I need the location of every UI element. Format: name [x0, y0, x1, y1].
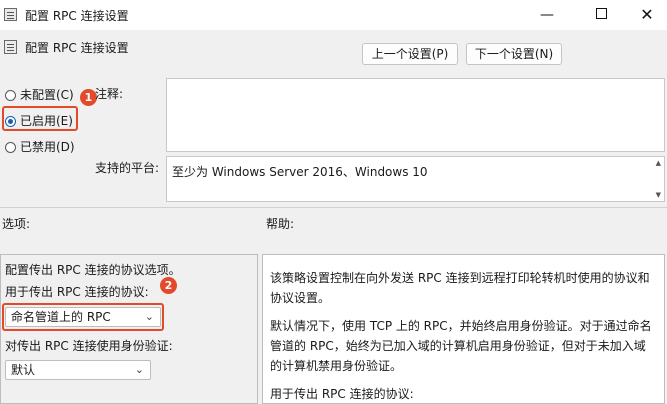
- comment-label: 注释:: [95, 87, 124, 101]
- radio-not-configured[interactable]: 未配置(C): [5, 86, 74, 102]
- options-label: 选项:: [2, 217, 31, 231]
- step-badge-2: 2: [160, 277, 177, 294]
- comment-textarea[interactable]: [166, 78, 665, 152]
- radio-circle-icon: [5, 142, 16, 153]
- chevron-down-icon: ⌄: [134, 363, 144, 376]
- maximize-button[interactable]: [578, 0, 624, 30]
- highlight-box-protocol: [2, 303, 164, 331]
- scroll-down-icon[interactable]: ▼: [656, 191, 661, 199]
- policy-icon: [4, 8, 17, 21]
- close-button[interactable]: ✕: [624, 0, 667, 30]
- highlight-box-enabled: [2, 106, 78, 131]
- help-paragraph: 默认情况下，使用 TCP 上的 RPC，并始终启用身份验证。对于通过命名管道的 …: [270, 319, 652, 373]
- radio-circle-icon: [5, 90, 16, 101]
- setting-title: 配置 RPC 连接设置: [25, 41, 129, 55]
- radio-disabled[interactable]: 已禁用(D): [5, 138, 75, 154]
- window-title: 配置 RPC 连接设置: [25, 9, 129, 23]
- title-bar: 配置 RPC 连接设置 — ✕: [0, 0, 667, 30]
- radio-label: 未配置(C): [20, 88, 74, 102]
- previous-setting-button[interactable]: 上一个设置(P): [362, 43, 458, 65]
- platform-value: 至少为 Windows Server 2016、Windows 10: [172, 165, 428, 179]
- platform-label: 支持的平台:: [95, 161, 160, 175]
- auth-dropdown[interactable]: 默认 ⌄: [5, 360, 151, 380]
- next-setting-button[interactable]: 下一个设置(N): [466, 43, 562, 65]
- help-paragraph: 用于传出 RPC 连接的协议:: [270, 387, 414, 401]
- help-label: 帮助:: [266, 217, 295, 231]
- maximize-icon: [595, 8, 607, 19]
- help-paragraph: 该策略设置控制在向外发送 RPC 连接到远程打印轮转机时使用的协议和协议设置。: [270, 271, 650, 305]
- auth-label: 对传出 RPC 连接使用身份验证:: [5, 339, 173, 353]
- radio-label: 已禁用(D): [20, 140, 75, 154]
- divider: [0, 207, 667, 208]
- scroll-up-icon[interactable]: ▲: [656, 159, 661, 167]
- platform-field: 至少为 Windows Server 2016、Windows 10 ▲ ▼: [166, 156, 665, 202]
- options-description: 配置传出 RPC 连接的协议选项。: [5, 263, 181, 277]
- minimize-button[interactable]: —: [524, 0, 570, 30]
- protocol-label: 用于传出 RPC 连接的协议:: [5, 285, 149, 299]
- auth-value: 默认: [11, 363, 36, 377]
- setting-icon: [4, 40, 17, 54]
